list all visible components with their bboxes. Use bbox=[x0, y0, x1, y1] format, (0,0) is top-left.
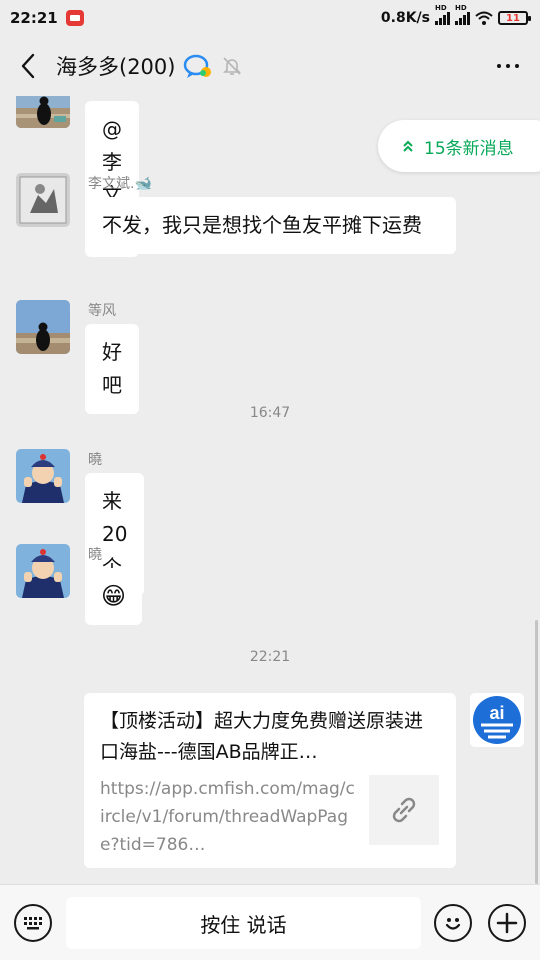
sender-name: 李文斌.🐋 bbox=[88, 176, 152, 192]
group-badge-icon bbox=[183, 53, 213, 79]
link-thumbnail bbox=[369, 775, 439, 845]
keyboard-button[interactable] bbox=[14, 904, 52, 942]
back-button[interactable] bbox=[14, 46, 42, 86]
link-card[interactable]: 【顶楼活动】超大力度免费赠送原装进口海盐---德国AB品牌正… https://… bbox=[84, 693, 456, 868]
avatar[interactable] bbox=[16, 449, 70, 503]
chat-list[interactable]: @李文斌 15条新消息 李文斌.🐋 不发，我只是想找个鱼友平摊下运费 等风 好吧… bbox=[0, 96, 540, 884]
signal-icon: HD bbox=[455, 4, 470, 25]
link-icon bbox=[392, 797, 416, 823]
new-messages-label: 15条新消息 bbox=[424, 138, 514, 159]
timestamp: 22:21 bbox=[249, 649, 291, 665]
emoji-button[interactable] bbox=[434, 904, 472, 942]
more-icon bbox=[497, 64, 501, 68]
scrollbar[interactable] bbox=[535, 620, 538, 884]
signal-icon: HD bbox=[435, 4, 450, 25]
sender-name: 曉 bbox=[88, 452, 102, 468]
chat-header: 海多多(200) bbox=[0, 36, 540, 96]
message-bubble[interactable]: 😁 bbox=[85, 568, 143, 625]
mute-bell-icon bbox=[221, 55, 243, 77]
message-bubble[interactable]: 好吧 bbox=[85, 324, 139, 414]
new-messages-button[interactable]: 15条新消息 bbox=[378, 120, 540, 172]
wifi-icon bbox=[475, 11, 493, 25]
notification-icon bbox=[65, 10, 84, 26]
status-time: 22:21 bbox=[10, 9, 58, 27]
keyboard-icon bbox=[24, 917, 42, 930]
input-bar: 按住 说话 bbox=[0, 884, 540, 960]
sender-name: 曉 bbox=[88, 547, 102, 563]
avatar[interactable] bbox=[16, 300, 70, 354]
message-bubble[interactable]: 不发，我只是想找个鱼友平摊下运费 bbox=[85, 197, 456, 254]
avatar[interactable] bbox=[16, 96, 70, 128]
avatar[interactable] bbox=[16, 173, 70, 227]
battery-icon: 11 bbox=[498, 11, 531, 25]
battery-level: 11 bbox=[506, 12, 520, 24]
self-avatar-text: ai bbox=[489, 703, 504, 723]
link-url: https://app.cmfish.com/mag/circle/v1/for… bbox=[100, 779, 355, 855]
link-title: 【顶楼活动】超大力度免费赠送原装进口海盐---德国AB品牌正… bbox=[100, 710, 424, 763]
sender-name: 等风 bbox=[88, 303, 116, 319]
emoji-icon bbox=[445, 918, 461, 930]
plus-icon bbox=[496, 912, 518, 934]
hold-to-talk-button[interactable]: 按住 说话 bbox=[66, 897, 421, 949]
timestamp: 16:47 bbox=[249, 405, 291, 421]
double-chevron-up-icon bbox=[403, 140, 413, 152]
chat-title: 海多多(200) bbox=[56, 55, 176, 79]
self-avatar[interactable]: ai bbox=[470, 693, 524, 747]
plus-button[interactable] bbox=[488, 904, 526, 942]
status-bar: 22:21 0.8K/s HD HD 11 bbox=[0, 0, 540, 36]
back-icon bbox=[21, 53, 35, 79]
avatar[interactable] bbox=[16, 544, 70, 598]
net-speed: 0.8K/s bbox=[380, 10, 430, 26]
more-button[interactable] bbox=[490, 48, 526, 84]
